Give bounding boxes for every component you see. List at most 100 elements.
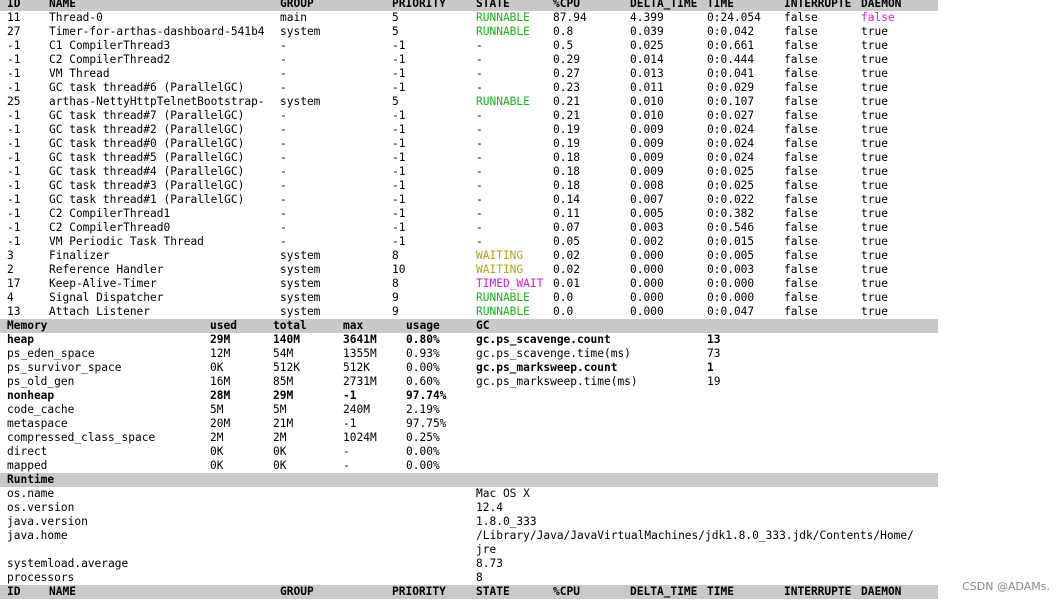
thread-id-cell: -1 (7, 109, 21, 122)
thread-pct-cpu-cell: 0.19 (553, 123, 580, 136)
memory-total-cell: 5M (273, 403, 287, 416)
thread-name-cell: Keep-Alive-Timer (49, 277, 157, 290)
thread-time-cell: 0:0.024 (707, 137, 755, 150)
thread-name-cell: arthas-NettyHttpTelnetBootstrap- (49, 95, 265, 108)
thread-daemon-cell: true (861, 291, 888, 304)
memory-name-cell: direct (7, 445, 48, 458)
thread-id-cell: -1 (7, 137, 21, 150)
thread-delta-time-cell: 0.011 (630, 81, 664, 94)
thread-id-cell: 2 (7, 263, 14, 276)
thread-state-cell: WAITING (476, 263, 524, 276)
thread-id-cell: 4 (7, 291, 14, 304)
thread-delta-time-cell: 0.003 (630, 221, 664, 234)
thread-interrupte-cell: false (784, 277, 818, 290)
memory-usage-cell: 0.00% (406, 459, 440, 472)
thread-daemon-cell: true (861, 277, 888, 290)
thread-delta-time-cell: 0.000 (630, 263, 664, 276)
thread-name-cell: GC task thread#2 (ParallelGC) (49, 123, 245, 136)
thread-pct-cpu-cell: 0.02 (553, 263, 580, 276)
col-header-state: STATE (476, 0, 510, 10)
thread-id-cell: 25 (7, 95, 21, 108)
thread-state-cell: - (476, 39, 483, 52)
thread-interrupte-cell: false (784, 39, 818, 52)
thread-priority-cell: -1 (392, 151, 406, 164)
thread-interrupte-cell: false (784, 207, 818, 220)
memory-usage-cell: 97.74% (406, 389, 447, 402)
memory-used-cell: 0K (210, 361, 224, 374)
col-header-time: TIME (707, 585, 734, 598)
thread-time-cell: 0:24.054 (707, 11, 761, 24)
thread-state-cell: - (476, 81, 483, 94)
memory-header-gc: GC (476, 319, 490, 332)
thread-daemon-cell: true (861, 109, 888, 122)
thread-id-cell: 11 (7, 11, 21, 24)
thread-state-cell: - (476, 179, 483, 192)
thread-name-cell: VM Periodic Task Thread (49, 235, 204, 248)
thread-state-cell: - (476, 109, 483, 122)
thread-id-cell: -1 (7, 207, 21, 220)
memory-usage-cell: 0.00% (406, 445, 440, 458)
memory-used-cell: 20M (210, 417, 231, 430)
thread-name-cell: Reference Handler (49, 263, 164, 276)
col-header-pct-cpu: %CPU (553, 0, 580, 10)
thread-daemon-cell: true (861, 25, 888, 38)
thread-interrupte-cell: false (784, 137, 818, 150)
memory-max-cell: 1024M (343, 431, 377, 444)
memory-header-memory: Memory (7, 319, 48, 332)
thread-time-cell: 0:0.041 (707, 67, 755, 80)
thread-row: 25 arthas-NettyHttpTelnetBootstrap-system… (0, 95, 938, 109)
col-header-delta-time: DELTA_TIME (630, 0, 698, 10)
thread-priority-cell: -1 (392, 221, 406, 234)
thread-pct-cpu-cell: 0.19 (553, 137, 580, 150)
col-header-name: NAME (49, 0, 76, 10)
thread-group-cell: - (280, 193, 287, 206)
thread-state-cell: TIMED_WAIT (476, 277, 544, 290)
thread-priority-cell: -1 (392, 137, 406, 150)
thread-priority-cell: -1 (392, 235, 406, 248)
thread-name-cell: GC task thread#7 (ParallelGC) (49, 109, 245, 122)
thread-name-cell: GC task thread#6 (ParallelGC) (49, 81, 245, 94)
memory-used-cell: 2M (210, 431, 224, 444)
thread-name-cell: C2 CompilerThread2 (49, 53, 171, 66)
memory-total-cell: 140M (273, 333, 300, 346)
thread-daemon-cell: true (861, 67, 888, 80)
runtime-row: processors 8 (0, 571, 938, 585)
thread-pct-cpu-cell: 0.0 (553, 291, 574, 304)
thread-row: -1 C2 CompilerThread1 - -1 - 0.11 0.005 0:0.382… (0, 207, 938, 221)
thread-id-cell: 27 (7, 25, 21, 38)
thread-id-cell: -1 (7, 39, 21, 52)
thread-group-cell: - (280, 137, 287, 150)
memory-row: ps_survivor_space 0K 512K 512K 0.00% gc.ps_ma… (0, 361, 938, 375)
runtime-key-cell: processors (7, 571, 75, 584)
thread-daemon-cell: false (861, 11, 895, 24)
thread-daemon-cell: true (861, 151, 888, 164)
memory-max-cell: -1 (343, 417, 357, 430)
thread-daemon-cell: true (861, 39, 888, 52)
col-header-id: ID (7, 585, 21, 598)
thread-interrupte-cell: false (784, 67, 818, 80)
runtime-row-continued: jre (0, 543, 938, 557)
thread-id-cell: 17 (7, 277, 21, 290)
thread-state-cell: - (476, 221, 483, 234)
gc-name-cell: gc.ps_marksweep.count (476, 361, 618, 374)
runtime-key-cell: systemload.average (7, 557, 129, 570)
thread-row: -1 GC task thread#5 (ParallelGC) - -1 - 0.18 0… (0, 151, 938, 165)
thread-interrupte-cell: false (784, 291, 818, 304)
runtime-value-cell: 8.73 (476, 557, 503, 570)
memory-row: metaspace 20M 21M -1 97.75% (0, 417, 938, 431)
thread-pct-cpu-cell: 0.14 (553, 193, 580, 206)
thread-state-cell: - (476, 123, 483, 136)
memory-total-cell: 0K (273, 445, 287, 458)
thread-time-cell: 0:0.042 (707, 25, 755, 38)
thread-interrupte-cell: false (784, 235, 818, 248)
thread-group-cell: - (280, 179, 287, 192)
thread-time-cell: 0:0.444 (707, 53, 755, 66)
thread-pct-cpu-cell: 0.8 (553, 25, 574, 38)
thread-row: -1 GC task thread#4 (ParallelGC) - -1 - 0.18 0… (0, 165, 938, 179)
runtime-key-cell: java.home (7, 529, 68, 542)
thread-daemon-cell: true (861, 95, 888, 108)
thread-row: -1 VM Thread - -1 - 0.27 0.013 0:0.041 false true (0, 67, 938, 81)
thread-row: -1 C2 CompilerThread0 - -1 - 0.07 0.003 0:0.546… (0, 221, 938, 235)
thread-name-cell: C1 CompilerThread3 (49, 39, 171, 52)
thread-interrupte-cell: false (784, 109, 818, 122)
